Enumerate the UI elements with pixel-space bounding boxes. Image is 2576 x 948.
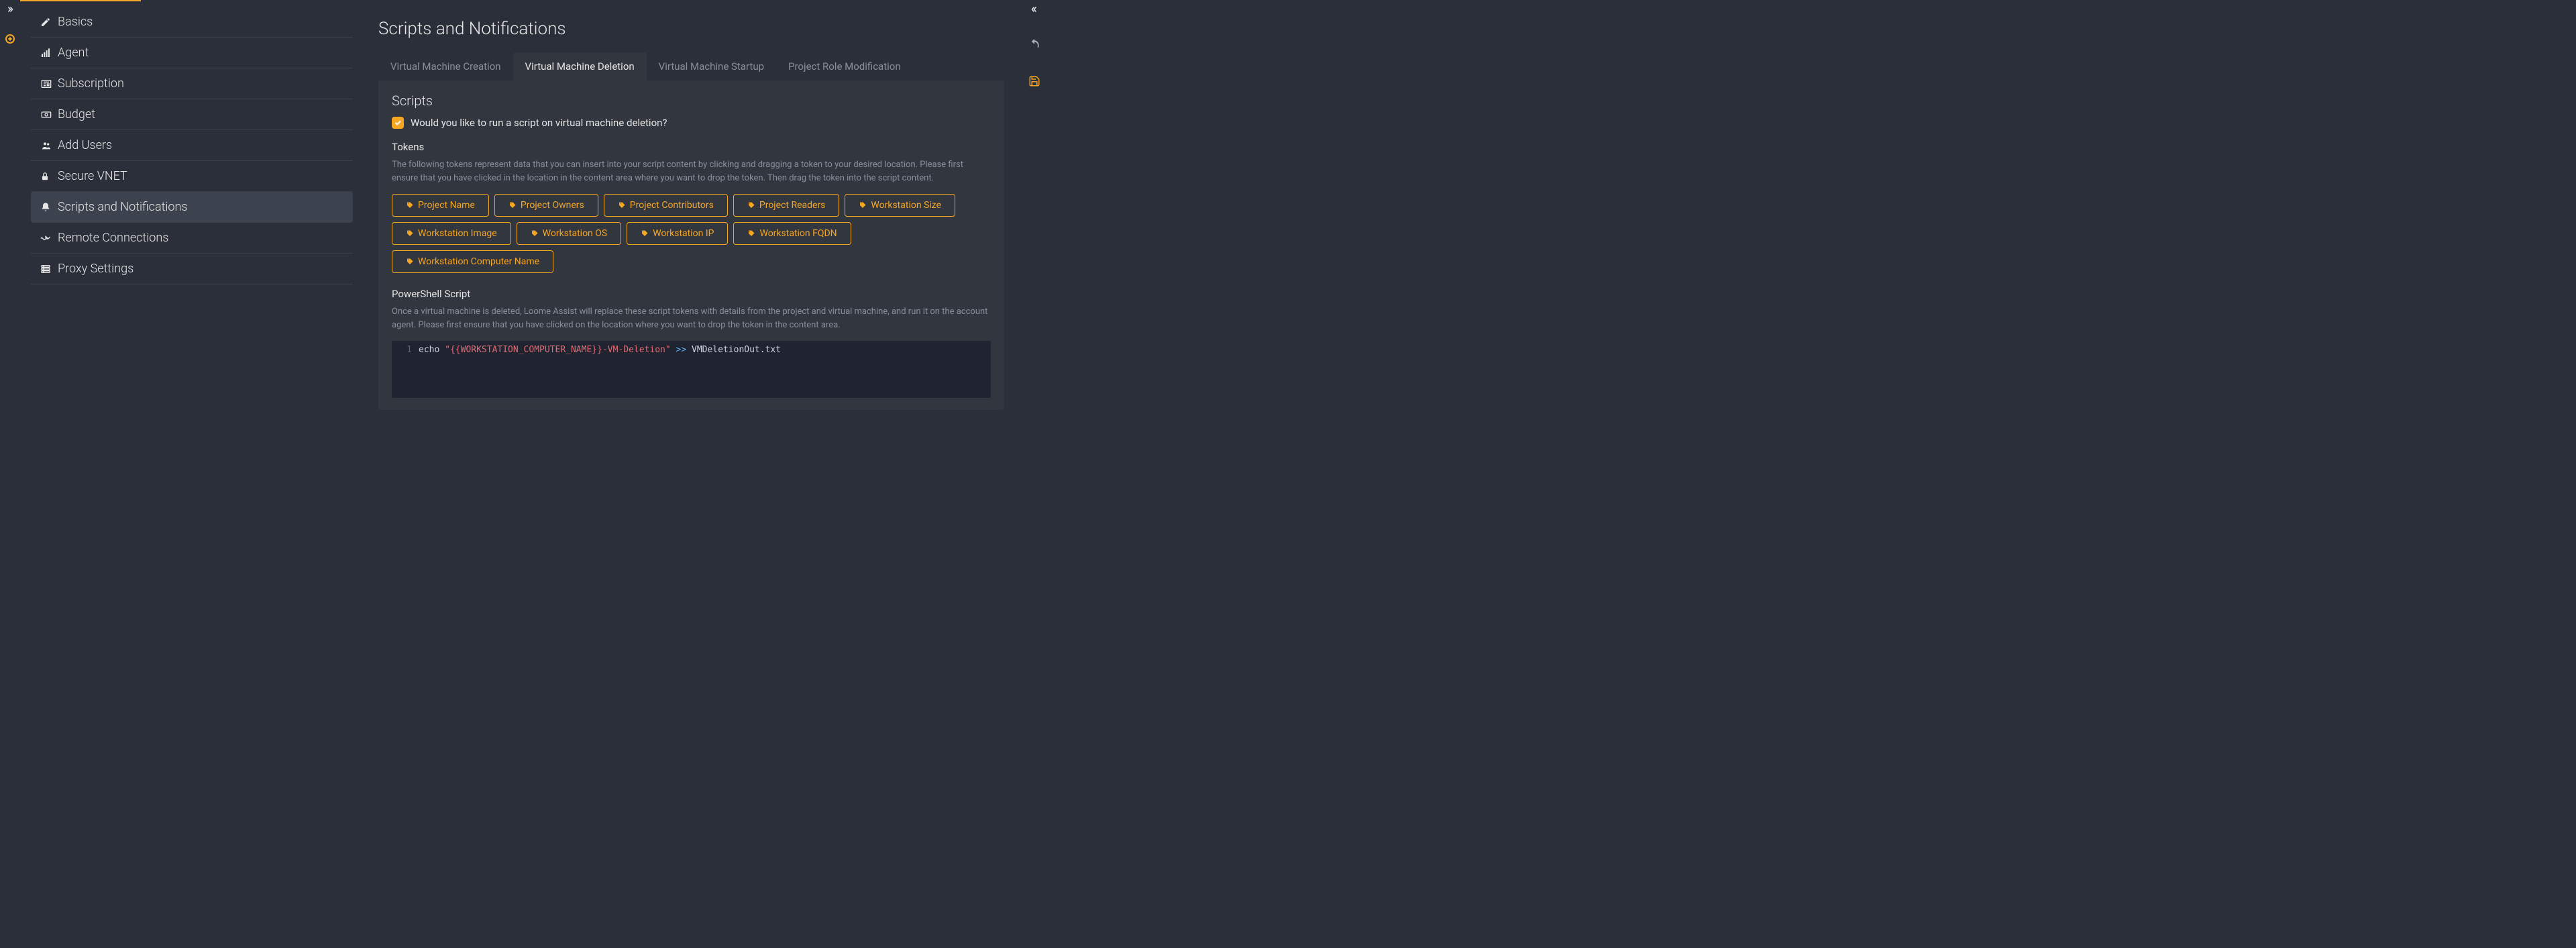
tokens-help-text: The following tokens represent data that… <box>392 158 991 185</box>
token-label: Workstation Image <box>418 228 497 239</box>
powershell-help-text: Once a virtual machine is deleted, Loome… <box>392 305 991 331</box>
bars-icon <box>40 48 58 58</box>
code-filename: VMDeletionOut.txt <box>692 345 781 355</box>
token-workstation-image[interactable]: Workstation Image <box>392 222 511 245</box>
token-label: Workstation FQDN <box>759 228 837 239</box>
powershell-heading: PowerShell Script <box>392 288 991 300</box>
run-script-checkbox-label: Would you like to run a script on virtua… <box>411 117 667 129</box>
sidebar-item-label: Add Users <box>58 138 112 152</box>
sidebar-item-budget[interactable]: Budget <box>31 99 353 130</box>
tag-icon <box>406 201 414 209</box>
pencil-icon <box>40 17 58 28</box>
plug-icon <box>40 233 58 244</box>
undo-icon[interactable] <box>1028 38 1041 51</box>
token-label: Workstation Size <box>871 200 941 211</box>
sidebar: Basics Agent Subscription Budget Add Use… <box>31 7 353 284</box>
tab-project-role-modification[interactable]: Project Role Modification <box>776 52 913 81</box>
add-button[interactable] <box>5 34 15 44</box>
sidebar-item-scripts-and-notifications[interactable]: Scripts and Notifications <box>31 192 353 223</box>
token-workstation-ip[interactable]: Workstation IP <box>627 222 728 245</box>
token-project-name[interactable]: Project Name <box>392 194 489 217</box>
sidebar-item-add-users[interactable]: Add Users <box>31 130 353 161</box>
bell-icon <box>40 202 58 213</box>
sidebar-item-label: Secure VNET <box>58 169 127 183</box>
script-editor[interactable]: 1 echo "{{WORKSTATION_COMPUTER_NAME}}-VM… <box>392 341 991 398</box>
expand-left-rail-button[interactable] <box>6 5 14 13</box>
sidebar-item-remote-connections[interactable]: Remote Connections <box>31 223 353 254</box>
line-number: 1 <box>407 345 412 355</box>
right-rail <box>1021 0 1048 387</box>
editor-gutter: 1 <box>392 344 419 358</box>
sidebar-item-label: Budget <box>58 107 95 121</box>
run-script-checkbox[interactable] <box>392 117 404 129</box>
token-label: Project Name <box>418 200 475 211</box>
tag-icon <box>618 201 626 209</box>
newspaper-icon <box>40 78 58 89</box>
tag-icon <box>406 258 414 266</box>
save-icon[interactable] <box>1028 75 1040 87</box>
server-icon <box>40 264 58 274</box>
sidebar-item-proxy-settings[interactable]: Proxy Settings <box>31 254 353 284</box>
tab-vm-creation[interactable]: Virtual Machine Creation <box>378 52 513 81</box>
sidebar-item-label: Proxy Settings <box>58 262 133 276</box>
token-label: Project Contributors <box>630 200 714 211</box>
code-keyword: echo <box>419 345 439 355</box>
sidebar-item-secure-vnet[interactable]: Secure VNET <box>31 161 353 192</box>
token-project-contributors[interactable]: Project Contributors <box>604 194 728 217</box>
run-script-checkbox-row: Would you like to run a script on virtua… <box>392 117 991 129</box>
sidebar-item-label: Remote Connections <box>58 231 168 245</box>
tag-icon <box>531 229 539 238</box>
sidebar-item-basics[interactable]: Basics <box>31 7 353 38</box>
sidebar-item-label: Subscription <box>58 76 124 91</box>
collapse-right-rail-button[interactable] <box>1030 5 1038 13</box>
token-label: Workstation IP <box>653 228 714 239</box>
token-project-owners[interactable]: Project Owners <box>494 194 598 217</box>
tab-vm-deletion[interactable]: Virtual Machine Deletion <box>513 52 647 81</box>
sidebar-item-label: Agent <box>58 46 89 60</box>
token-workstation-size[interactable]: Workstation Size <box>845 194 955 217</box>
users-icon <box>40 140 58 151</box>
sidebar-item-agent[interactable]: Agent <box>31 38 353 68</box>
tag-icon <box>859 201 867 209</box>
accent-bar <box>20 0 141 1</box>
code-operator: >> <box>676 345 687 355</box>
sidebar-item-subscription[interactable]: Subscription <box>31 68 353 99</box>
sidebar-item-label: Scripts and Notifications <box>58 200 188 214</box>
tabs: Virtual Machine Creation Virtual Machine… <box>378 52 1004 81</box>
left-rail <box>0 0 20 387</box>
token-label: Workstation Computer Name <box>418 256 539 267</box>
tag-icon <box>641 229 649 238</box>
tab-panel: Scripts Would you like to run a script o… <box>378 81 1004 410</box>
editor-code[interactable]: echo "{{WORKSTATION_COMPUTER_NAME}}-VM-D… <box>419 344 991 358</box>
tokens-heading: Tokens <box>392 141 991 153</box>
token-workstation-fqdn[interactable]: Workstation FQDN <box>733 222 851 245</box>
token-workstation-os[interactable]: Workstation OS <box>517 222 622 245</box>
tag-icon <box>747 229 755 238</box>
token-label: Project Owners <box>521 200 584 211</box>
tag-icon <box>747 201 755 209</box>
token-label: Workstation OS <box>543 228 608 239</box>
token-project-readers[interactable]: Project Readers <box>733 194 840 217</box>
tag-icon <box>508 201 517 209</box>
token-workstation-computer-name[interactable]: Workstation Computer Name <box>392 250 553 273</box>
main-content: Scripts and Notifications Virtual Machin… <box>365 7 1018 387</box>
page-title: Scripts and Notifications <box>378 19 1004 39</box>
scripts-heading: Scripts <box>392 93 991 109</box>
sidebar-item-label: Basics <box>58 15 93 29</box>
code-string: "{{WORKSTATION_COMPUTER_NAME}}-VM-Deleti… <box>445 345 671 355</box>
tag-icon <box>406 229 414 238</box>
token-label: Project Readers <box>759 200 826 211</box>
token-list: Project Name Project Owners Project Cont… <box>392 194 991 273</box>
lock-icon <box>40 171 58 182</box>
tab-vm-startup[interactable]: Virtual Machine Startup <box>647 52 776 81</box>
money-icon <box>40 109 58 120</box>
